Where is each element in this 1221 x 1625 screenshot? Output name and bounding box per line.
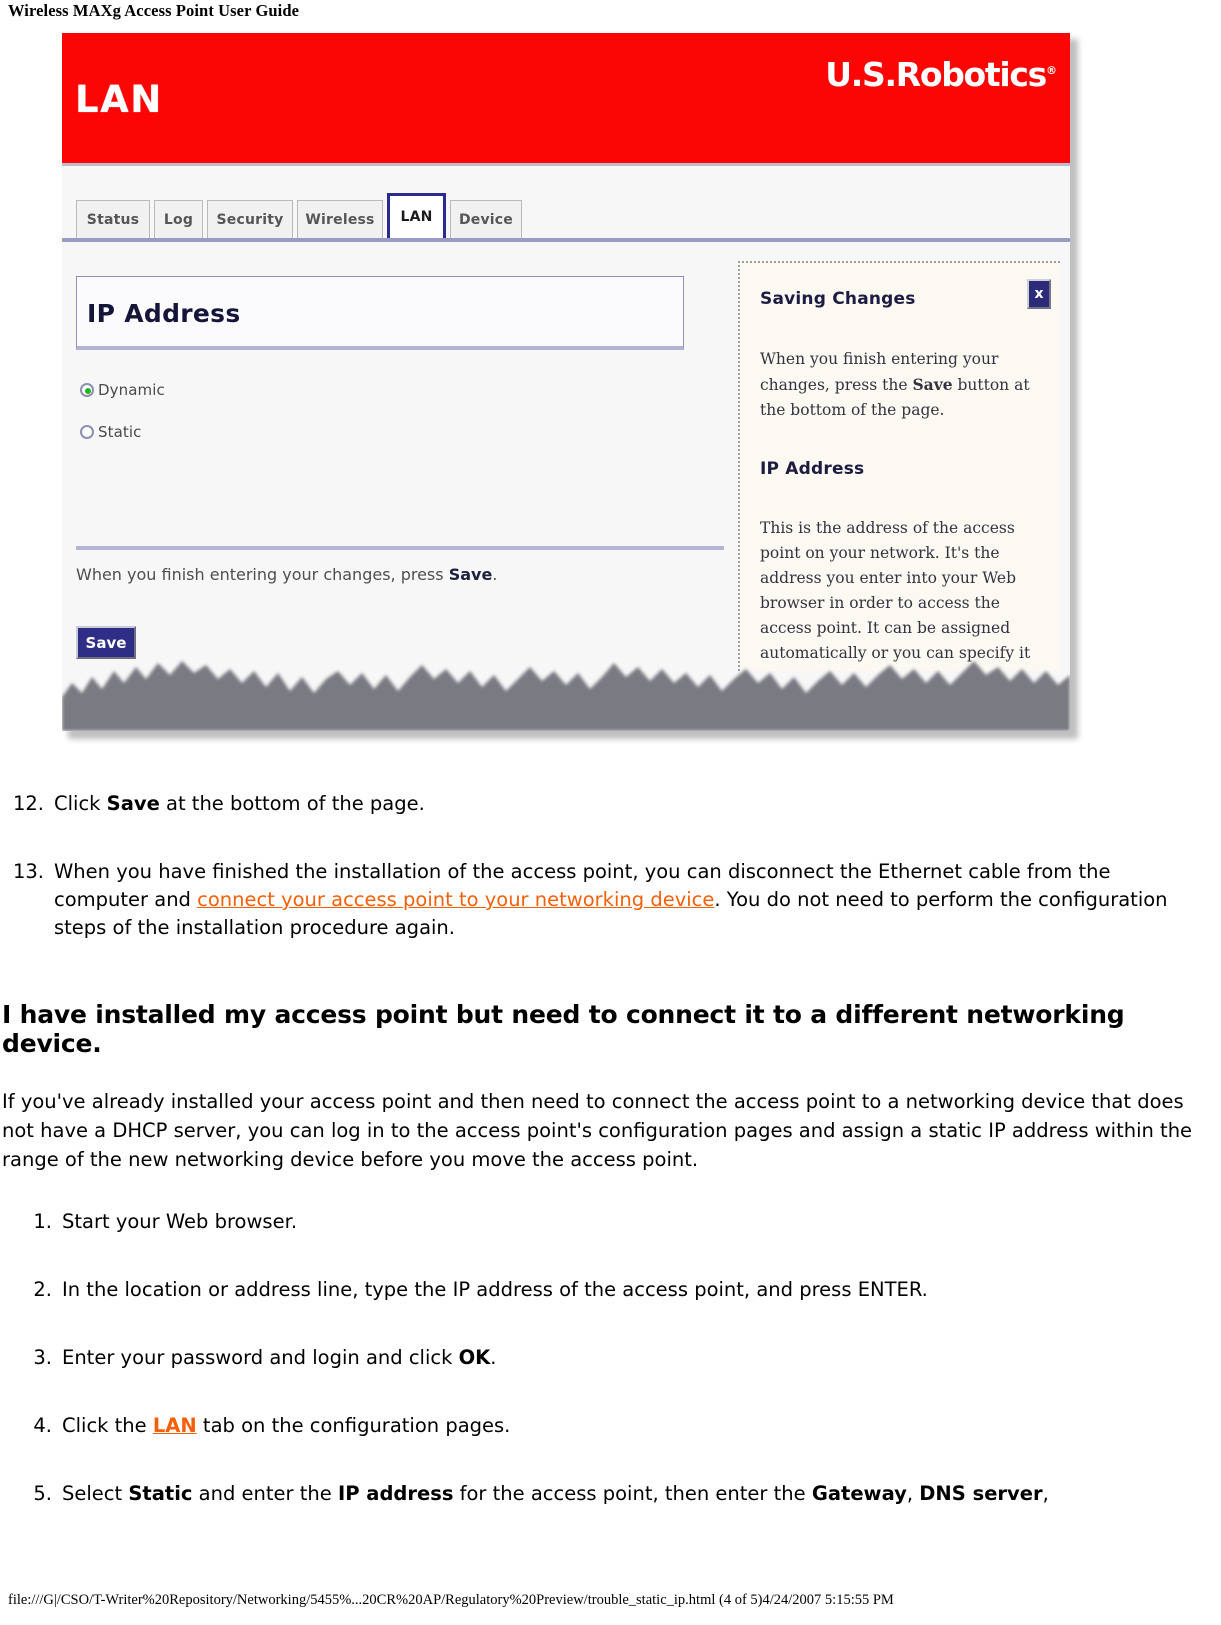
- help-heading-saving-changes: Saving Changes: [760, 289, 916, 309]
- banner-underline: [62, 163, 1070, 166]
- logo-registered-mark: ®: [1046, 64, 1057, 77]
- tab-wireless[interactable]: Wireless: [297, 200, 383, 238]
- tab-strip-rule: [62, 238, 1070, 242]
- banner-page-title: LAN: [75, 78, 163, 121]
- list-item-number: 13.: [12, 860, 44, 883]
- page-running-header: Wireless MAXg Access Point User Guide: [8, 1, 300, 20]
- tab-lan[interactable]: LAN: [387, 193, 446, 238]
- list-item: 5. Select Static and enter the IP addres…: [10, 1480, 1210, 1508]
- save-instruction-text: When you finish entering your changes, p…: [76, 565, 497, 584]
- tab-status[interactable]: Status: [76, 200, 150, 238]
- help-heading-ip-address: IP Address: [760, 459, 865, 479]
- save-note-pre: When you finish entering your changes, p…: [76, 565, 449, 584]
- tab-log[interactable]: Log: [154, 200, 203, 238]
- tab-security[interactable]: Security: [207, 200, 293, 238]
- list-item-number: 12.: [12, 792, 44, 815]
- list-item-text: Enter your password and login and click …: [62, 1346, 497, 1369]
- list-item-number: 4.: [33, 1414, 52, 1437]
- help-body-saving-changes: When you finish entering your changes, p…: [760, 347, 1048, 423]
- torn-edge-shape: [62, 661, 1070, 731]
- tab-strip: Status Log Security Wireless LAN Device: [62, 180, 1070, 242]
- list-item-text: Start your Web browser.: [62, 1210, 298, 1233]
- help-body-ip-address: This is the address of the access point …: [760, 519, 1031, 662]
- config-divider: [76, 546, 724, 550]
- intro-paragraph: If you've already installed your access …: [2, 1090, 1193, 1171]
- radio-dynamic[interactable]: Dynamic: [80, 381, 165, 399]
- close-icon[interactable]: x: [1027, 279, 1051, 309]
- list-item: 3. Enter your password and login and cli…: [10, 1344, 1190, 1372]
- ip-address-section-title: IP Address: [87, 299, 241, 328]
- list-item: 13. When you have finished the installat…: [2, 858, 1182, 942]
- tab-device[interactable]: Device: [450, 200, 522, 238]
- list-item-number: 2.: [33, 1278, 52, 1301]
- configuration-screenshot-figure: LAN U.S.Robotics® Status Log Security Wi…: [62, 33, 1078, 743]
- list-item: 4. Click the LAN tab on the configuratio…: [10, 1412, 1190, 1440]
- list-item: 12. Click Save at the bottom of the page…: [2, 790, 1182, 818]
- router-admin-ui: LAN U.S.Robotics® Status Log Security Wi…: [62, 33, 1070, 731]
- help-panel: x Saving Changes When you finish enterin…: [738, 261, 1060, 671]
- list-item: 2. In the location or address line, type…: [10, 1276, 1190, 1304]
- tab-lan-label: LAN: [400, 209, 433, 225]
- list-item-number: 1.: [33, 1210, 52, 1233]
- tab-security-label: Security: [216, 211, 284, 228]
- inline-link[interactable]: connect your access point to your networ…: [197, 888, 714, 911]
- list-item: 1. Start your Web browser.: [10, 1208, 1190, 1236]
- save-note-bold: Save: [448, 565, 493, 584]
- logo-text: U.S.Robotics: [825, 55, 1047, 94]
- footer-path: file:///G|/CSO/T-Writer%20Repository/Net…: [8, 1592, 894, 1608]
- radio-static-label: Static: [98, 423, 142, 441]
- torn-paper-edge: [62, 653, 1070, 731]
- tab-device-label: Device: [458, 211, 514, 228]
- radio-dynamic-label: Dynamic: [98, 381, 165, 399]
- tab-wireless-label: Wireless: [305, 211, 375, 228]
- brand-banner: LAN U.S.Robotics®: [62, 33, 1070, 163]
- ip-address-section-header: IP Address: [76, 276, 684, 350]
- tab-log-label: Log: [163, 211, 194, 228]
- list-item-text: Select Static and enter the IP address f…: [62, 1482, 1049, 1505]
- page-title: I have installed my access point but nee…: [2, 1000, 1125, 1058]
- list-item-text: In the location or address line, type th…: [62, 1278, 928, 1301]
- inline-link[interactable]: LAN: [153, 1414, 197, 1437]
- save-note-post: .: [492, 565, 498, 584]
- tab-status-label: Status: [86, 211, 140, 228]
- radio-static[interactable]: Static: [80, 423, 142, 441]
- list-item-text: Click the LAN tab on the configuration p…: [62, 1414, 511, 1437]
- list-item-number: 5.: [33, 1482, 52, 1505]
- usrobotics-logo: U.S.Robotics®: [825, 55, 1057, 94]
- help-body-1-bold: Save: [912, 375, 953, 394]
- radio-dynamic-icon: [80, 383, 94, 397]
- list-item-text: When you have finished the installation …: [54, 860, 1168, 939]
- radio-static-icon: [80, 425, 94, 439]
- list-item-number: 3.: [33, 1346, 52, 1369]
- list-item-text: Click Save at the bottom of the page.: [54, 792, 425, 815]
